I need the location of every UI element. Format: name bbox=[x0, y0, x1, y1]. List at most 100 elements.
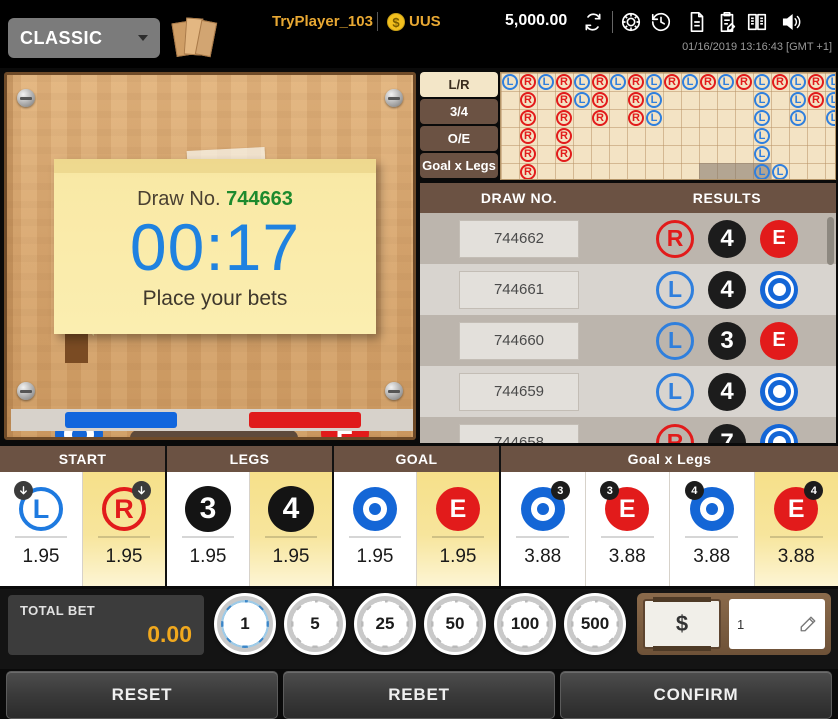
table-row[interactable]: 744660 L 3 E bbox=[420, 315, 836, 366]
bet-odds: 3.88 bbox=[524, 546, 562, 567]
chip-500[interactable]: 500 bbox=[564, 593, 626, 655]
bet-option-O-3.88[interactable]: 4 3.88 bbox=[670, 472, 755, 586]
roadmap-cell: R bbox=[556, 92, 572, 108]
book-icon[interactable] bbox=[746, 11, 768, 33]
result-values: R7 bbox=[618, 423, 836, 443]
result-goal-badge bbox=[760, 423, 798, 443]
table-row[interactable]: 744658 R 7 bbox=[420, 417, 836, 443]
roadmap-tabs: L/R 3/4 O/E Goal x Legs bbox=[420, 72, 498, 180]
chip-value: 100 bbox=[510, 614, 540, 633]
divider bbox=[348, 536, 402, 538]
results-col-results: RESULTS bbox=[692, 190, 762, 206]
document-icon[interactable] bbox=[686, 11, 708, 33]
roadmap-cell: L bbox=[754, 110, 770, 126]
bet-symbol-wrap: E3 bbox=[600, 481, 650, 534]
bet-option-E-3.88[interactable]: E 4 3.88 bbox=[754, 472, 838, 586]
history-clock-icon[interactable] bbox=[650, 11, 672, 33]
roadmap-tab-3-4[interactable]: 3/4 bbox=[420, 99, 498, 124]
table-row[interactable]: 744659 L 4 bbox=[420, 366, 836, 417]
result-goal-badge bbox=[760, 372, 798, 411]
chip-value: 1 bbox=[240, 614, 250, 633]
divider bbox=[612, 11, 613, 33]
bet-option-O-1.95[interactable]: 1.95 bbox=[334, 472, 417, 586]
legs-count-badge: 3 bbox=[550, 481, 570, 500]
bet-option-E-3.88[interactable]: E 3 3.88 bbox=[585, 472, 670, 586]
reset-button[interactable]: RESET bbox=[6, 671, 278, 719]
sound-on-icon[interactable] bbox=[780, 11, 802, 33]
roadmap-cell: L bbox=[646, 110, 662, 126]
roadmap-cell: L bbox=[754, 74, 770, 90]
bet-group-items: 3 1.95 4 1.95 bbox=[167, 472, 332, 586]
bet-option-R-1.95[interactable]: R 1.95 bbox=[83, 472, 165, 586]
bet-group-legs: LEGS 3 1.95 4 1.95 bbox=[167, 446, 334, 586]
roadmap-cell: R bbox=[556, 146, 572, 162]
roadmap-cell: R bbox=[628, 92, 644, 108]
bet-option-4-1.95[interactable]: 4 1.95 bbox=[250, 472, 332, 586]
chip-selector[interactable]: 1 5 25 50 100 500 bbox=[214, 593, 626, 655]
coin-icon: $ bbox=[387, 13, 405, 31]
roadmap-cell: L bbox=[610, 74, 626, 90]
results-body[interactable]: 744662 R 4 E 744661 L 4 744660 L 3 E 744659 L 4 744658… bbox=[420, 213, 836, 443]
roadmap-cell: R bbox=[556, 128, 572, 144]
roadmap-tab-o-e[interactable]: O/E bbox=[420, 126, 498, 151]
chip-25[interactable]: 25 bbox=[354, 593, 416, 655]
roadmap-cell: L bbox=[772, 164, 788, 179]
result-legs-badge: 4 bbox=[708, 270, 746, 309]
roadmap-cell: L bbox=[754, 164, 770, 179]
roadmap-grid[interactable]: LRRRRRRLRRRRRLLRRRLRRRLLLRLRLRLLLLLLRLLL… bbox=[500, 72, 836, 180]
roadmap-cell: R bbox=[520, 146, 536, 162]
result-values: L4 bbox=[618, 372, 836, 411]
roadmap-cell: R bbox=[520, 110, 536, 126]
screw-icon bbox=[17, 89, 35, 107]
result-draw-no: 744659 bbox=[459, 372, 579, 411]
roadmap-tab-l-r[interactable]: L/R bbox=[420, 72, 498, 97]
result-draw-no-cell: 744659 bbox=[420, 372, 618, 411]
divider bbox=[181, 536, 235, 538]
confirm-button[interactable]: CONFIRM bbox=[560, 671, 832, 719]
amount-input[interactable]: 1 bbox=[729, 599, 825, 649]
chip-1[interactable]: 1 bbox=[214, 593, 276, 655]
bet-odds: 1.95 bbox=[439, 546, 477, 567]
lifebuoy-icon[interactable] bbox=[620, 11, 642, 33]
clipboard-edit-icon[interactable] bbox=[716, 11, 738, 33]
rebet-button[interactable]: REBET bbox=[283, 671, 555, 719]
result-legs-badge: 4 bbox=[708, 372, 746, 411]
balance-amount: 5,000.00 bbox=[505, 12, 568, 29]
result-goal-badge: E bbox=[760, 219, 798, 258]
pool-bar-left bbox=[65, 412, 177, 428]
roadmap-cell: R bbox=[808, 74, 824, 90]
roadmap-cell: R bbox=[664, 74, 680, 90]
bet-option-O-3.88[interactable]: 3 3.88 bbox=[501, 472, 586, 586]
roadmap-tab-goal-x-legs[interactable]: Goal x Legs bbox=[420, 153, 498, 178]
draw-number: 744663 bbox=[226, 188, 293, 210]
roadmap-cell: R bbox=[592, 110, 608, 126]
bet-option-E-1.95[interactable]: E 1.95 bbox=[417, 472, 499, 586]
cash-button[interactable]: $ bbox=[643, 597, 721, 651]
chip-50[interactable]: 50 bbox=[424, 593, 486, 655]
roadmap-cell: R bbox=[772, 74, 788, 90]
table-row[interactable]: 744662 R 4 E bbox=[420, 213, 836, 264]
divider bbox=[516, 536, 570, 538]
chip-5[interactable]: 5 bbox=[284, 593, 346, 655]
divider bbox=[769, 536, 823, 538]
arrow-down-icon bbox=[14, 481, 33, 500]
result-start-badge: L bbox=[656, 270, 694, 309]
table-row[interactable]: 744661 L 4 bbox=[420, 264, 836, 315]
roadmap-cell: L bbox=[646, 92, 662, 108]
game-board: L R E Draw No. 744663 00:17 Place your b… bbox=[4, 72, 416, 440]
chip-100[interactable]: 100 bbox=[494, 593, 556, 655]
game-mode-label: CLASSIC bbox=[20, 27, 103, 48]
bet-group-items: 3 3.88 E 3 3.88 4 3.88 E 4 3.88 bbox=[501, 472, 838, 586]
screw-icon bbox=[385, 89, 403, 107]
pool-bar-right bbox=[249, 412, 361, 428]
bet-symbol-wrap: 3 bbox=[185, 484, 231, 534]
refresh-icon[interactable] bbox=[583, 12, 603, 32]
pencil-icon[interactable] bbox=[799, 615, 817, 633]
bet-option-L-1.95[interactable]: L 1.95 bbox=[0, 472, 83, 586]
bet-option-3-1.95[interactable]: 3 1.95 bbox=[167, 472, 250, 586]
bet-odds: 3.88 bbox=[693, 546, 731, 567]
game-mode-dropdown[interactable]: CLASSIC bbox=[8, 18, 160, 58]
player-name: TryPlayer_103 bbox=[272, 13, 373, 30]
bet-group-title: START bbox=[0, 446, 165, 472]
results-scrollbar[interactable] bbox=[827, 217, 834, 265]
